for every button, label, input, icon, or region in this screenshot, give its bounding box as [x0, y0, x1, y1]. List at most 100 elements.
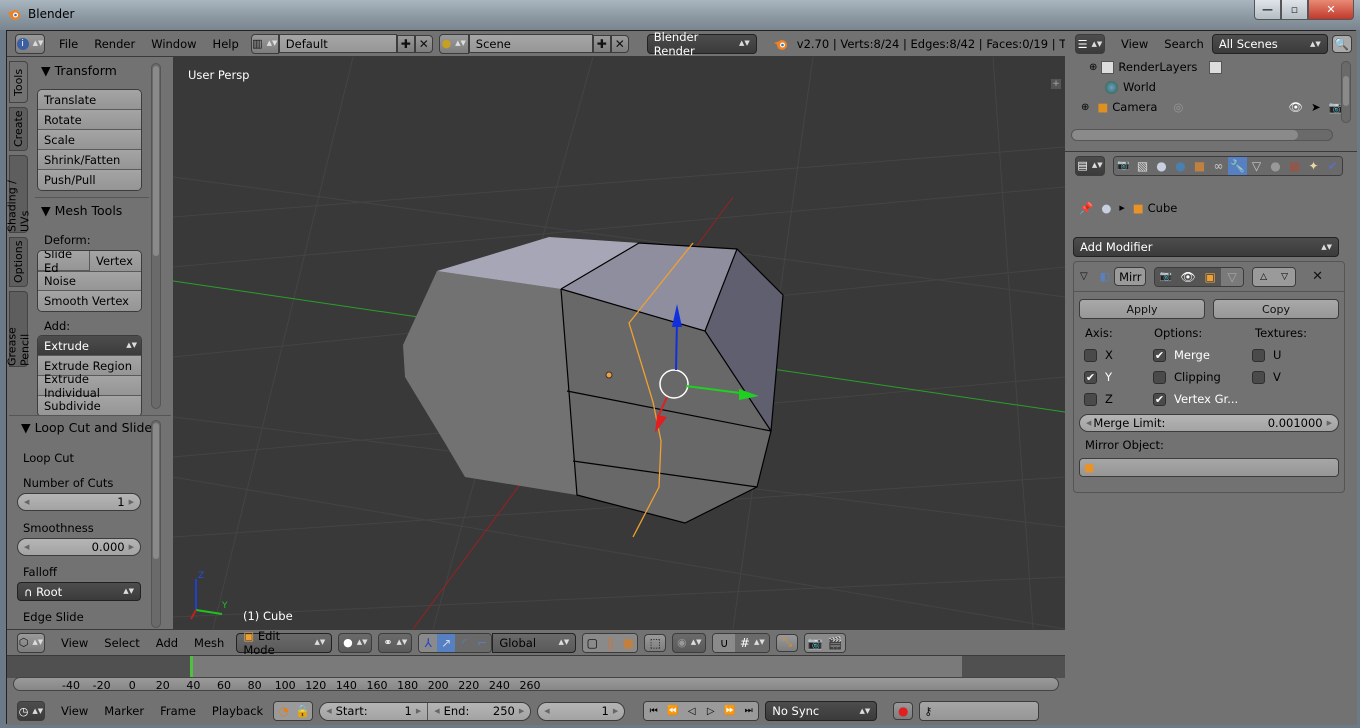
current-frame-field[interactable]: ◀ 1 ▶ — [537, 701, 626, 721]
material-tab[interactable]: ● — [1266, 156, 1285, 175]
outliner-search-button[interactable]: 🔍 — [1331, 35, 1352, 53]
transform-panel-header[interactable]: ▼ Transform — [41, 63, 117, 78]
render-tab[interactable]: 📷 — [1114, 156, 1133, 175]
scene-selector-button[interactable]: ● ▲▼ — [438, 33, 469, 54]
add-layout-button[interactable]: ✚ — [396, 34, 415, 53]
menu-file[interactable]: File — [51, 37, 86, 51]
selectable-cursor-icon[interactable]: ➤ — [1311, 100, 1321, 114]
data-tab[interactable]: ▽ — [1247, 156, 1266, 175]
viewport-corner-plus-icon[interactable]: + — [1051, 79, 1061, 89]
jump-to-next-keyframe-button[interactable]: ⏩ — [720, 702, 740, 720]
timeline-menu-view[interactable]: View — [53, 704, 96, 718]
mode-dropdown[interactable]: ▣ Edit Mode ▲▼ — [236, 629, 333, 657]
manipulator-toggle-button[interactable]: ⅄ — [419, 633, 438, 652]
merge-checkbox[interactable]: ✔ Merge — [1153, 348, 1210, 362]
timeline-menu-frame[interactable]: Frame — [152, 704, 204, 718]
remove-layout-button[interactable]: ✕ — [414, 34, 433, 53]
opengl-render-image-button[interactable]: 📷 — [805, 633, 826, 652]
scale-manipulator-button[interactable]: ⌐ — [473, 633, 492, 652]
scrollbar-thumb[interactable] — [1072, 130, 1298, 140]
pin-icon[interactable]: 📌 — [1079, 201, 1093, 215]
snap-target-button[interactable]: ⤡ — [776, 633, 799, 652]
smooth-vertex-button[interactable]: Smooth Vertex — [38, 291, 141, 311]
menu-render[interactable]: Render — [86, 37, 143, 51]
falloff-dropdown[interactable]: ∩ Root ▲▼ — [17, 582, 141, 601]
opengl-render-animation-button[interactable]: 🎬 — [825, 633, 846, 652]
scene-name-field[interactable]: Scene — [468, 34, 593, 53]
timeline-menu-marker[interactable]: Marker — [96, 704, 152, 718]
play-reverse-button[interactable]: ◁ — [682, 702, 702, 720]
increment-icon[interactable]: ▶ — [1327, 419, 1332, 427]
sync-mode-dropdown[interactable]: No Sync ▲▼ — [765, 701, 878, 721]
outliner-editor-type-button[interactable]: ☰ ▲▼ — [1075, 34, 1105, 54]
show-viewport-toggle[interactable]: 👁 — [1177, 267, 1200, 286]
apply-button[interactable]: Apply — [1079, 299, 1205, 319]
remove-modifier-button[interactable]: ✕ — [1312, 269, 1323, 284]
shrink-fatten-button[interactable]: Shrink/Fatten — [38, 150, 141, 170]
rotate-manipulator-button[interactable]: ◜ — [455, 633, 474, 652]
slide-vertex-button[interactable]: Vertex — [90, 251, 141, 271]
show-in-editmode-toggle[interactable]: ▣ — [1199, 267, 1222, 286]
render-engine-dropdown[interactable]: Blender Render ▲▼ — [646, 30, 757, 58]
checkbox-box[interactable] — [1153, 370, 1166, 384]
viewport-shading-dropdown[interactable]: ● ▲▼ — [338, 632, 373, 653]
proportional-editing-dropdown[interactable]: ◉ ▲▼ — [672, 632, 707, 653]
transform-orientation-dropdown[interactable]: Global ▲▼ — [492, 632, 577, 653]
number-of-cuts-field[interactable]: ◀ 1 ▶ — [17, 493, 141, 511]
limit-selection-button[interactable]: ⬚ — [644, 633, 667, 652]
checkbox-box[interactable] — [1252, 370, 1265, 384]
extrude-individual-button[interactable]: Extrude Individual — [38, 372, 141, 400]
collapse-triangle-icon[interactable]: ▽ — [1080, 271, 1088, 282]
checkbox-box[interactable]: ✔ — [1153, 392, 1166, 406]
outliner-item-world[interactable]: World — [1105, 77, 1360, 97]
edge-select-button[interactable]: ▯ — [601, 633, 620, 652]
vertex-groups-checkbox[interactable]: ✔ Vertex Gr... — [1153, 392, 1238, 406]
world-tab[interactable]: ● — [1171, 156, 1190, 175]
preview-range-button[interactable]: ◔ — [274, 702, 294, 720]
show-on-cage-toggle[interactable]: ▽ — [1221, 267, 1244, 286]
3d-viewport[interactable]: User Persp Z Y (1) Cube + — [173, 57, 1065, 629]
timeline-editor-type-button[interactable]: ◷ ▲▼ — [17, 701, 45, 721]
tab-options[interactable]: Options — [9, 237, 28, 287]
outliner-menu-search[interactable]: Search — [1156, 37, 1212, 51]
scrollbar-thumb[interactable] — [153, 423, 159, 559]
snap-element-dropdown[interactable]: # ▲▼ — [735, 633, 770, 652]
timeline-menu-playback[interactable]: Playback — [204, 704, 271, 718]
close-window-button[interactable]: ✕ — [1308, 0, 1354, 20]
menu-add[interactable]: Add — [148, 636, 186, 650]
clipping-checkbox[interactable]: Clipping — [1153, 370, 1221, 384]
current-frame-indicator[interactable] — [190, 656, 193, 678]
editor-type-button[interactable]: i ▲▼ — [15, 33, 45, 54]
scene-tab[interactable]: ● — [1152, 156, 1171, 175]
timeline-ruler[interactable]: -40 -20 0 20 40 60 80 100 120 140 160 180 200 220 240 2… — [13, 677, 1059, 692]
jump-to-start-button[interactable]: ⏮ — [644, 702, 664, 720]
increment-icon[interactable]: ▶ — [129, 498, 134, 506]
modifiers-tab[interactable]: 🔧 — [1228, 156, 1247, 175]
pivot-point-dropdown[interactable]: ⚭ ▲▼ — [378, 632, 413, 653]
tab-shading-uvs[interactable]: Shading / UVs — [6, 155, 32, 233]
vertex-select-button[interactable]: ▢ — [583, 633, 602, 652]
render-layers-tab[interactable]: ▧ — [1133, 156, 1152, 175]
texture-u-checkbox[interactable]: U — [1252, 348, 1281, 362]
outliner-display-dropdown[interactable]: All Scenes ▲▼ — [1211, 34, 1328, 54]
rotate-button[interactable]: Rotate — [38, 110, 141, 130]
modifier-name-field[interactable]: Mirr — [1114, 267, 1147, 286]
scrollbar-thumb[interactable] — [1343, 76, 1349, 106]
decrement-icon[interactable]: ◀ — [326, 707, 331, 715]
checkbox-box[interactable] — [1084, 348, 1097, 362]
end-frame-field[interactable]: ◀ End: 250 ▶ — [428, 702, 531, 720]
add-modifier-dropdown[interactable]: Add Modifier ▲▼ — [1073, 237, 1339, 257]
menu-mesh[interactable]: Mesh — [186, 636, 232, 650]
tool-shelf-scrollbar[interactable] — [151, 63, 161, 409]
slide-edge-button[interactable]: Slide Ed — [38, 251, 90, 275]
axis-x-checkbox[interactable]: X — [1084, 348, 1113, 362]
increment-icon[interactable]: ▶ — [129, 543, 134, 551]
jump-to-end-button[interactable]: ⏭ — [739, 702, 759, 720]
move-down-button[interactable]: ▽ — [1274, 267, 1296, 286]
operator-panel-scrollbar[interactable] — [151, 420, 161, 628]
menu-select[interactable]: Select — [96, 636, 147, 650]
checkbox-box[interactable] — [1084, 392, 1097, 406]
object-tab[interactable]: ■ — [1190, 156, 1209, 175]
snap-toggle-button[interactable]: ∪ — [713, 633, 736, 652]
decrement-icon[interactable]: ◀ — [1086, 419, 1091, 427]
